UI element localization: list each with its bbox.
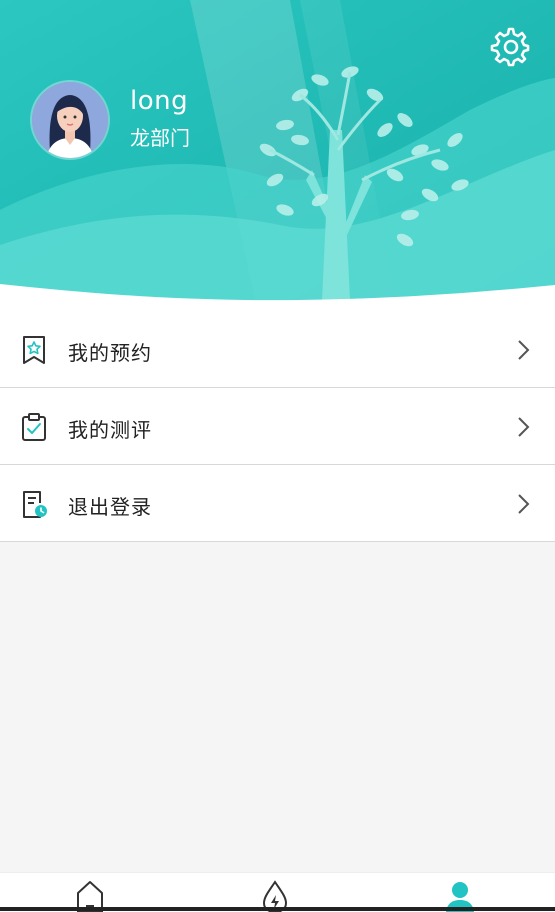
user-avatar (32, 82, 108, 158)
menu-label: 退出登录 (68, 495, 152, 519)
chevron-right-icon (512, 415, 534, 439)
clipboard-check-icon (20, 412, 48, 442)
bookmark-star-icon (20, 335, 48, 365)
profile-menu: 我的预约 我的测评 退出登录 (0, 311, 555, 542)
document-clock-icon (20, 489, 48, 519)
header-background (0, 0, 555, 312)
system-home-indicator (0, 907, 555, 911)
menu-item-appointments[interactable]: 我的预约 (0, 311, 555, 388)
settings-gear-icon[interactable] (489, 26, 531, 68)
profile-header: long 龙部门 (0, 0, 555, 312)
menu-label: 我的预约 (68, 341, 152, 365)
user-department: 龙部门 (130, 126, 190, 150)
user-name: long (130, 86, 189, 116)
chevron-right-icon (512, 338, 534, 362)
menu-label: 我的测评 (68, 418, 152, 442)
chevron-right-icon (512, 492, 534, 516)
bottom-tab-bar (0, 872, 555, 912)
menu-item-logout[interactable]: 退出登录 (0, 465, 555, 542)
menu-item-assessments[interactable]: 我的测评 (0, 388, 555, 465)
